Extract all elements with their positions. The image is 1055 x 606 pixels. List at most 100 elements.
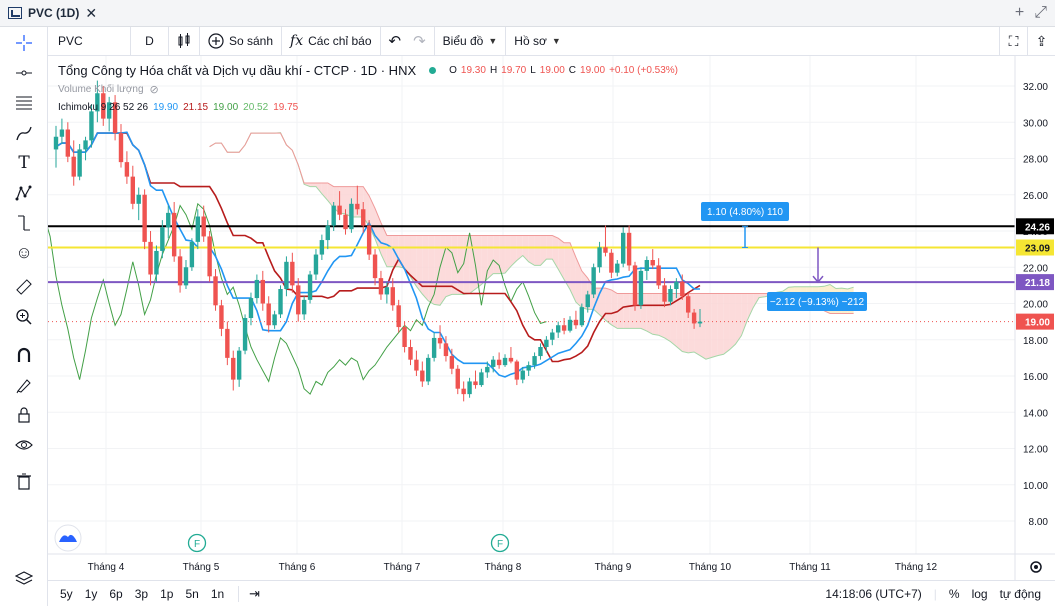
cloud-segment — [487, 235, 494, 280]
candle-body — [53, 136, 59, 150]
candle-body — [136, 194, 141, 204]
event-markers[interactable]: FF — [187, 533, 510, 553]
chart-tab[interactable]: PVC (1D) ✕ — [0, 0, 105, 27]
tradingview-logo[interactable] — [54, 524, 82, 552]
price-tick-label: 12.00 — [1023, 445, 1048, 456]
candle-body — [685, 296, 691, 313]
ruler-icon[interactable] — [12, 275, 36, 299]
measure-label: 1.10 (4.80%) 110 — [707, 207, 783, 218]
cloud-segment — [321, 182, 328, 201]
emoji-icon[interactable]: ☺ — [12, 241, 36, 265]
cloud-segment — [605, 288, 612, 325]
redo-icon[interactable]: ↷ — [413, 32, 426, 50]
plus-circle-icon — [208, 33, 224, 49]
prediction-icon[interactable] — [12, 211, 36, 235]
price-tag-label: 24.26 — [1025, 222, 1050, 233]
candle-body — [449, 356, 455, 369]
cloud-segment — [440, 235, 446, 306]
range-3p[interactable]: 3p — [129, 587, 154, 601]
eye-icon[interactable] — [12, 433, 36, 457]
pattern-icon[interactable] — [12, 181, 36, 205]
profile-menu[interactable]: Hồ sơ ▼ — [506, 27, 568, 56]
indicators-button[interactable]: fx Các chỉ báo — [282, 26, 381, 56]
stay-drawing-icon[interactable] — [12, 373, 36, 397]
cloud-segment — [493, 235, 500, 274]
price-tick-label: 14.00 — [1023, 408, 1048, 419]
candle-body — [520, 370, 525, 380]
fib-retracement-icon[interactable] — [12, 91, 36, 115]
drawing-toolbar: T ☺ — [0, 27, 48, 606]
ichimoku-legend[interactable]: Ichimoku 9 26 52 26 19.90 21.15 19.00 20… — [58, 102, 298, 113]
share-button[interactable]: ⇪ — [1027, 27, 1055, 56]
range-1y[interactable]: 1y — [79, 587, 104, 601]
crosshair-icon[interactable] — [12, 31, 36, 55]
window-titlebar: PVC (1D) ✕ + ⤢ — [0, 0, 1055, 27]
auto-scale-toggle[interactable]: tự động — [1000, 587, 1041, 601]
candle-body — [89, 111, 94, 141]
candle-body — [325, 225, 330, 241]
candle-body — [467, 381, 472, 395]
candle-body — [219, 305, 224, 329]
candle-body — [278, 289, 283, 315]
chart-type-menu[interactable]: Biểu đồ ▼ — [435, 26, 507, 56]
price-tick-label: 26.00 — [1023, 191, 1048, 202]
candle-body — [650, 260, 655, 266]
change-value: +0.10 (+0.53%) — [609, 65, 678, 76]
lock-icon[interactable] — [12, 403, 36, 427]
candle-body — [337, 205, 342, 215]
candle-body — [620, 232, 626, 264]
price-axis[interactable]: 32.0030.0028.0026.0024.0022.0020.0018.00… — [1016, 82, 1054, 528]
date-range-icon[interactable]: ⇥ — [238, 585, 266, 602]
brush-icon[interactable] — [12, 121, 36, 145]
candle-body — [290, 261, 295, 286]
candle-body — [183, 267, 189, 286]
undo-icon[interactable]: ↶ — [389, 32, 402, 50]
chart-pane[interactable]: 1.10 (4.80%) 110 −2.12 (−9.13%) −212 32.0… — [0, 56, 1055, 580]
candle-body — [260, 279, 265, 304]
indicators-label: Các chỉ báo — [308, 34, 372, 48]
candle-body — [366, 225, 372, 255]
symbol-search[interactable]: PVC — [48, 26, 131, 56]
price-tick-label: 30.00 — [1023, 118, 1048, 129]
chart-style-button[interactable] — [169, 26, 200, 56]
candle-body — [544, 339, 549, 347]
ichimoku-base: 21.15 — [183, 102, 209, 113]
interval-button[interactable]: D — [131, 26, 169, 56]
range-5n[interactable]: 5n — [179, 587, 204, 601]
candle-body — [496, 359, 502, 366]
close-tab-icon[interactable]: ✕ — [85, 5, 97, 22]
text-tool-icon[interactable]: T — [12, 151, 36, 175]
log-toggle[interactable]: log — [972, 587, 988, 601]
candle-body — [201, 216, 206, 237]
hidden-eye-icon[interactable]: ⊘ — [150, 83, 159, 96]
trend-line-icon[interactable] — [12, 61, 36, 85]
low-value: 19.00 — [539, 65, 565, 76]
settings-gear-icon[interactable] — [1030, 561, 1042, 573]
close-value: 19.00 — [580, 65, 606, 76]
profile-label: Hồ sơ — [514, 34, 547, 48]
range-1n[interactable]: 1n — [205, 587, 230, 601]
price-chart-svg[interactable]: 1.10 (4.80%) 110 −2.12 (−9.13%) −212 32.0… — [0, 56, 1055, 580]
fullscreen-button[interactable]: ⛶ — [999, 27, 1027, 56]
candle-body — [680, 281, 685, 297]
expand-window-icon[interactable]: ⤢ — [1034, 4, 1047, 22]
percent-toggle[interactable]: % — [949, 587, 960, 601]
high-value: 19.70 — [501, 65, 527, 76]
volume-legend[interactable]: Volume Khối lượng ⊘ — [58, 83, 159, 96]
clock-time[interactable]: 14:18:06 (UTC+7) — [825, 587, 921, 601]
zoom-in-icon[interactable] — [12, 305, 36, 329]
trash-icon[interactable] — [12, 469, 36, 493]
compare-button[interactable]: So sánh — [200, 26, 283, 56]
magnet-icon[interactable] — [12, 343, 36, 367]
range-6p[interactable]: 6p — [103, 587, 128, 601]
time-axis[interactable]: Tháng 4 Tháng 5 Tháng 6 Tháng 7 Tháng 8 Tháng… — [88, 562, 938, 573]
high-label: H — [489, 65, 498, 76]
candle-body — [225, 328, 230, 358]
candle-body — [307, 274, 313, 300]
range-1p[interactable]: 1p — [154, 587, 179, 601]
layers-icon[interactable] — [12, 567, 36, 591]
candle-body — [579, 307, 585, 326]
add-tab-icon[interactable]: + — [1015, 4, 1024, 22]
volume-label: Volume Khối lượng — [58, 84, 144, 95]
range-5y[interactable]: 5y — [54, 587, 79, 601]
